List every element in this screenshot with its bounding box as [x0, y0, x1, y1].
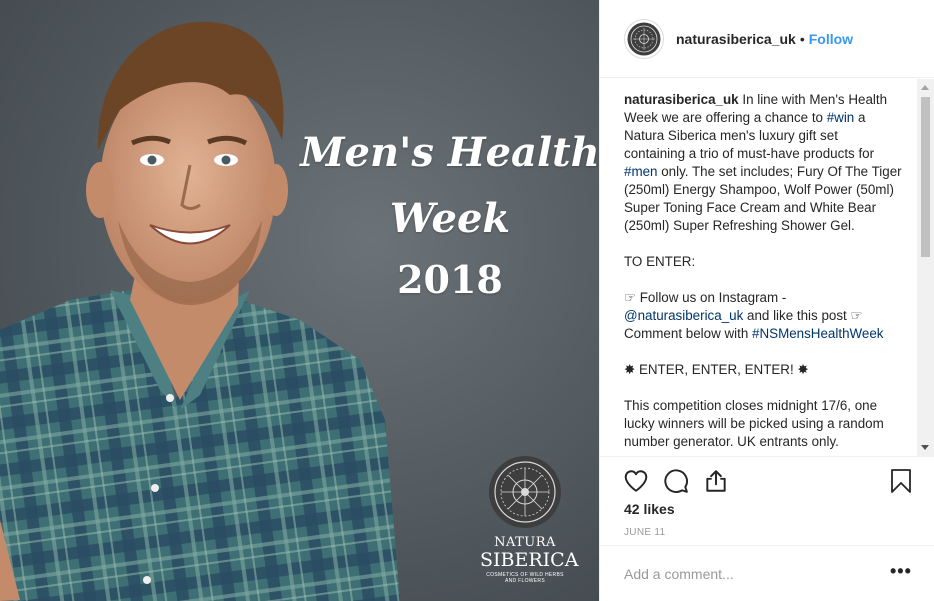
headline-line-3: 2018 [397, 257, 503, 302]
post-headline: Men's Health Week 2018 [300, 120, 599, 308]
hashtag-win-link[interactable]: #win [827, 110, 855, 125]
more-options-icon[interactable]: ••• [890, 561, 912, 582]
comment-input[interactable] [624, 563, 874, 585]
share-icon[interactable] [703, 468, 729, 494]
scrollbar-thumb[interactable] [921, 97, 930, 257]
post-image[interactable]: Men's Health Week 2018 NATURA SIBERICA C… [0, 0, 599, 601]
caption-closing: This competition closes midnight 17/6, o… [624, 398, 884, 449]
mention-link[interactable]: @naturasiberica_uk [624, 308, 743, 323]
brand-name-siberica: SIBERICA [480, 549, 579, 571]
post-actions [600, 456, 934, 506]
caption-enter-line: ✸ ENTER, ENTER, ENTER! ✸ [624, 362, 809, 377]
bookmark-icon[interactable] [889, 468, 913, 494]
comment-bar: ••• [600, 545, 934, 601]
scroll-up-arrow-icon[interactable] [921, 85, 929, 90]
header-separator: • [799, 30, 805, 47]
caption-step-text-1: ☞ Follow us on Instagram - [624, 290, 787, 305]
heart-icon[interactable] [623, 468, 649, 494]
caption-to-enter: TO ENTER: [624, 254, 696, 269]
caption-username-link[interactable]: naturasiberica_uk [624, 92, 739, 107]
brand-name-natura: NATURA [494, 535, 556, 550]
header-username-link[interactable]: naturasiberica_uk [676, 31, 796, 47]
brand-avatar-icon [627, 22, 661, 55]
post-caption: naturasiberica_uk In line with Men's Hea… [600, 79, 918, 451]
brand-logo: NATURA SIBERICA COSMETICS OF WILD HERBS … [480, 455, 579, 584]
avatar[interactable] [624, 18, 664, 59]
headline-line-2: Week [389, 195, 511, 242]
post-date: JUNE 11 [624, 527, 666, 538]
caption-scroll-area[interactable]: naturasiberica_uk In line with Men's Hea… [600, 79, 934, 456]
post-header: naturasiberica_uk • Follow [600, 0, 934, 78]
caption-text-3: only. The set includes; Fury Of The Tige… [624, 164, 902, 233]
brand-seal-icon [489, 456, 561, 528]
comment-icon[interactable] [663, 468, 689, 494]
likes-count[interactable]: 42 likes [624, 501, 675, 517]
brand-tagline: COSMETICS OF WILD HERBS AND FLOWERS [486, 572, 564, 584]
scroll-down-arrow-icon[interactable] [921, 445, 929, 450]
hashtag-nsmenshealthweek-link[interactable]: #NSMensHealthWeek [752, 326, 884, 341]
follow-button[interactable]: Follow [809, 31, 853, 47]
hashtag-men-link[interactable]: #men [624, 164, 658, 179]
caption-scrollbar[interactable] [917, 79, 934, 456]
post-side-panel: naturasiberica_uk • Follow naturasiberic… [599, 0, 934, 601]
headline-line-1: Men's Health [300, 129, 599, 176]
